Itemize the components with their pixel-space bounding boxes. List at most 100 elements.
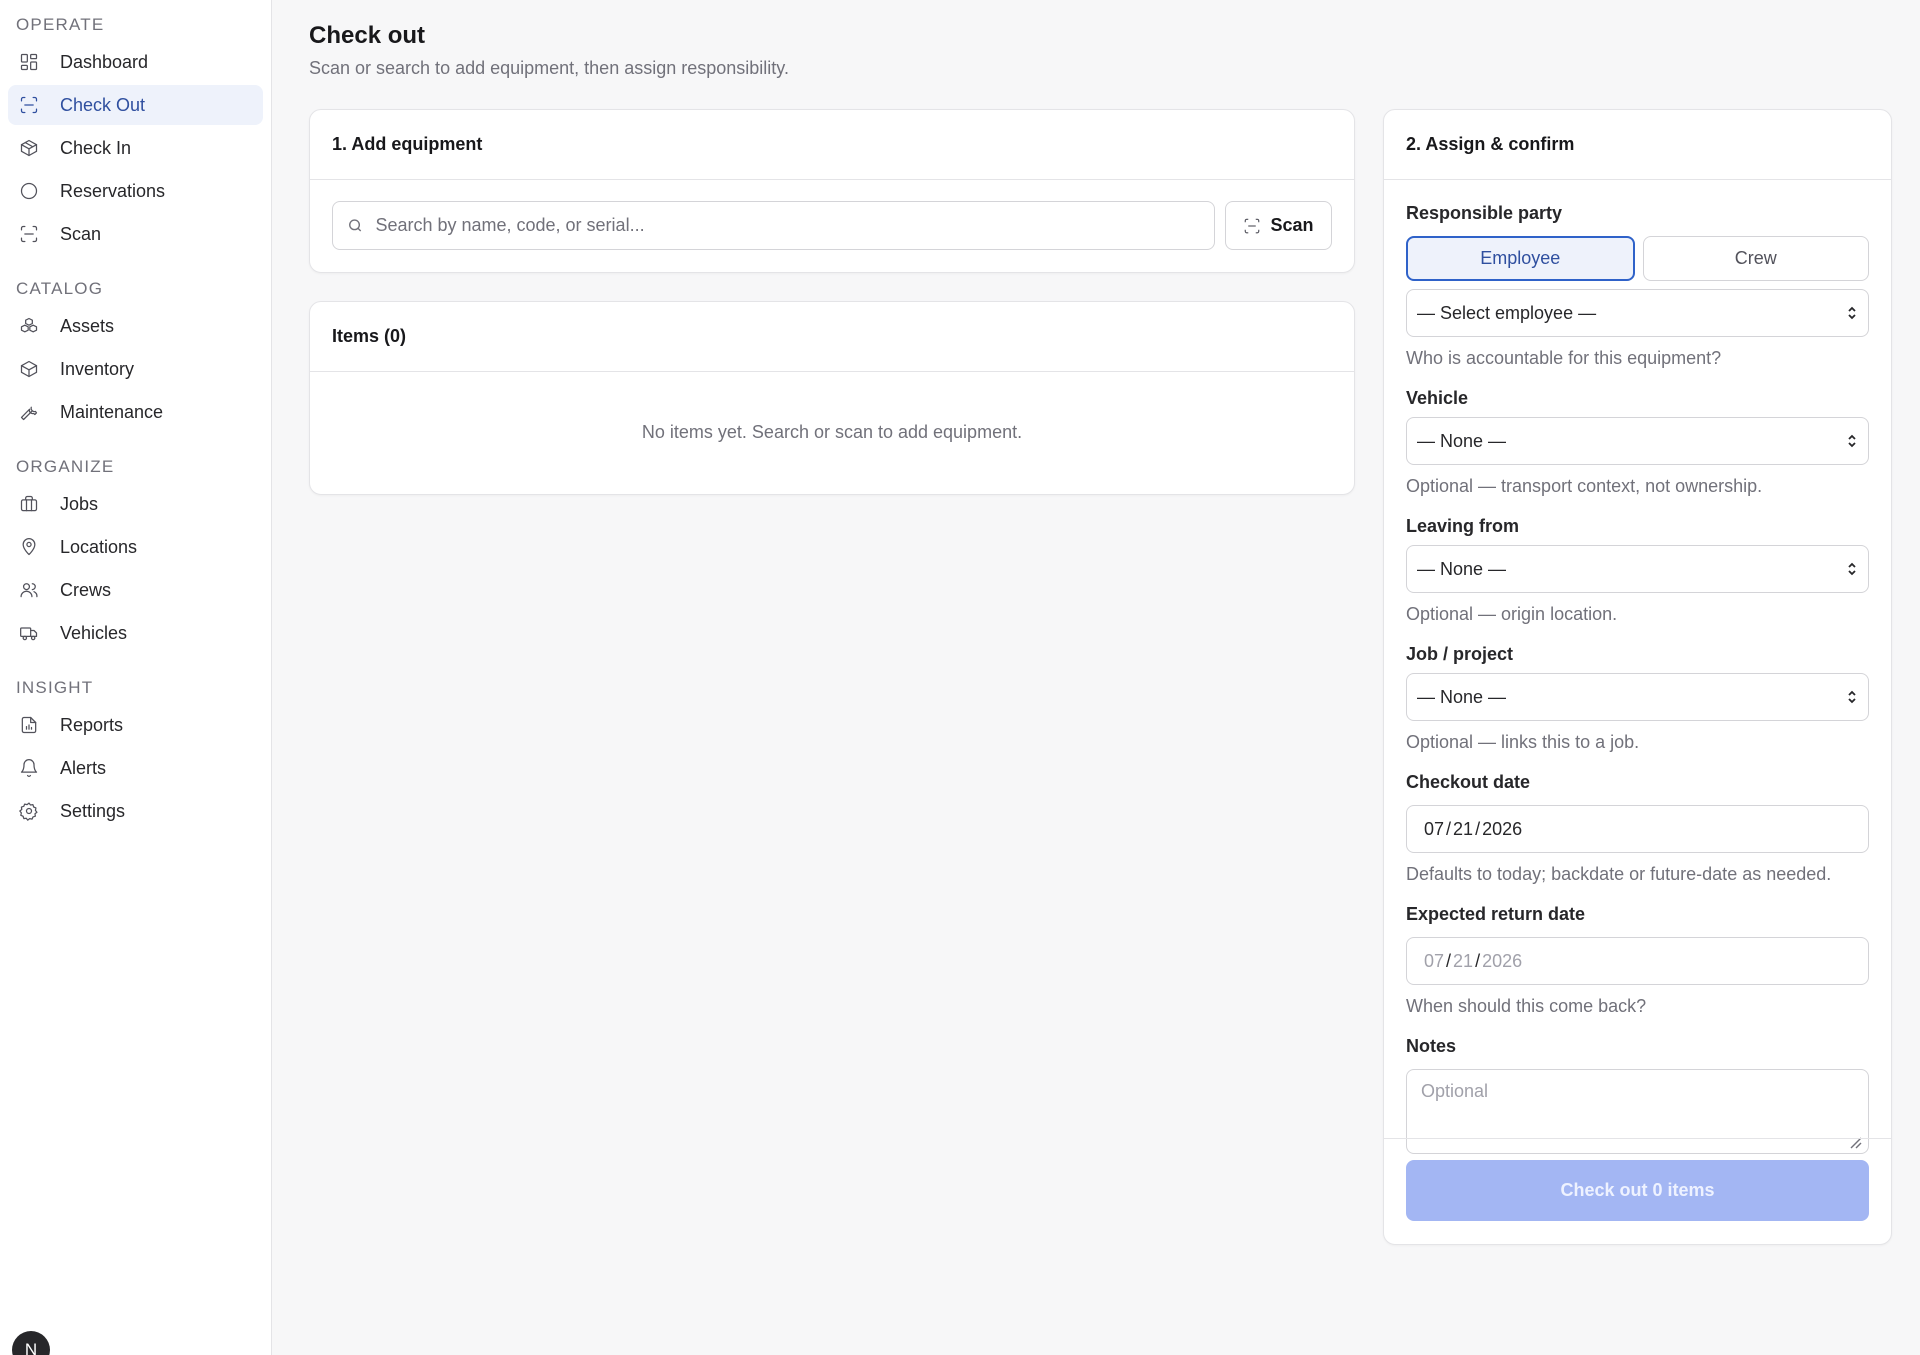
scan-icon — [1245, 218, 1260, 233]
return-date-day: 21 — [1453, 950, 1474, 971]
checkout-date-year: 2026 — [1482, 818, 1523, 839]
wrench-icon — [18, 401, 40, 423]
users-icon — [18, 579, 40, 601]
truck-icon — [18, 622, 40, 644]
date-separator: / — [1446, 818, 1452, 839]
assign-title: 2. Assign & confirm — [1384, 110, 1891, 180]
return-date-help: When should this come back? — [1406, 996, 1647, 1016]
sidebar-item-label: Check Out — [60, 94, 146, 115]
job-project-label: Job / project — [1406, 644, 1514, 664]
sidebar-item-label: Assets — [60, 315, 115, 336]
employee-help: Who is accountable for this equipment? — [1406, 348, 1722, 368]
map-pin-icon — [18, 536, 40, 558]
section-title-catalog: CATALOG — [16, 279, 104, 298]
sidebar-item-label: Check In — [60, 137, 132, 158]
sidebar-item-locations[interactable]: Locations — [8, 527, 263, 567]
sidebar-item-reports[interactable]: Reports — [8, 705, 263, 745]
file-chart-icon — [18, 714, 40, 736]
items-card: Items (0) No items yet. Search or scan t… — [309, 301, 1355, 495]
add-equipment-title: 1. Add equipment — [310, 110, 1354, 180]
items-empty-message: No items yet. Search or scan to add equi… — [641, 422, 1023, 442]
sidebar-item-label: Settings — [60, 800, 126, 821]
sidebar-item-maintenance[interactable]: Maintenance — [8, 392, 263, 432]
chevron-updown-icon — [1848, 690, 1856, 704]
sidebar-item-label: Reservations — [60, 180, 166, 201]
package-icon — [18, 358, 40, 380]
return-date-input[interactable]: 07/21/2026 — [1406, 937, 1869, 985]
scan-icon — [18, 223, 40, 245]
sidebar-item-check-out[interactable]: Check Out — [8, 85, 263, 125]
sidebar-item-label: Dashboard — [60, 51, 149, 72]
sidebar-item-label: Maintenance — [60, 401, 164, 422]
package-icon — [18, 137, 40, 159]
page-title: Check out — [309, 22, 426, 49]
return-date-year: 2026 — [1482, 950, 1523, 971]
sidebar-item-scan[interactable]: Scan — [8, 214, 263, 254]
search-row: Scan — [310, 180, 1354, 271]
vehicle-select-value: — None — — [1417, 430, 1507, 451]
responsible-party-toggle: Employee Crew — [1406, 236, 1869, 281]
sidebar-item-inventory[interactable]: Inventory — [8, 349, 263, 389]
sidebar-item-alerts[interactable]: Alerts — [8, 748, 263, 788]
sidebar-item-label: Inventory — [60, 358, 135, 379]
sidebar-item-label: Vehicles — [60, 622, 128, 643]
leaving-from-help: Optional — origin location. — [1406, 604, 1618, 624]
bell-icon — [18, 757, 40, 779]
section-title-operate: OPERATE — [16, 15, 105, 34]
add-equipment-card: 1. Add equipment Scan — [309, 109, 1355, 273]
employee-select[interactable]: — Select employee — — [1406, 289, 1869, 337]
sidebar-item-check-in[interactable]: Check In — [8, 128, 263, 168]
sidebar-item-label: Alerts — [60, 757, 107, 778]
sidebar-item-assets[interactable]: Assets — [8, 306, 263, 346]
search-box[interactable] — [332, 201, 1215, 250]
vehicle-help: Optional — transport context, not owners… — [1406, 476, 1763, 496]
sidebar-item-dashboard[interactable]: Dashboard — [8, 42, 263, 82]
scan-button[interactable]: Scan — [1225, 201, 1332, 250]
search-icon — [349, 219, 362, 232]
return-date-month: 07 — [1424, 950, 1445, 971]
chevron-updown-icon — [1848, 306, 1856, 320]
assign-footer: Check out 0 items — [1384, 1138, 1891, 1242]
circle-icon — [18, 180, 40, 202]
boxes-icon — [18, 315, 40, 337]
toggle-employee[interactable]: Employee — [1406, 236, 1635, 281]
leaving-from-select[interactable]: — None — — [1406, 545, 1869, 593]
sidebar-item-reservations[interactable]: Reservations — [8, 171, 263, 211]
checkout-date-day: 21 — [1453, 818, 1474, 839]
chevron-updown-icon — [1848, 562, 1856, 576]
search-input[interactable] — [375, 215, 1200, 236]
checkout-date-input[interactable]: 07/21/2026 — [1406, 805, 1869, 853]
date-separator: / — [1475, 818, 1481, 839]
sidebar: OPERATE Dashboard Check Out Check In Res… — [0, 0, 272, 1355]
sidebar-item-label: Crews — [60, 579, 112, 600]
checkout-date-label: Checkout date — [1406, 772, 1531, 792]
sidebar-item-settings[interactable]: Settings — [8, 791, 263, 831]
scan-frame-icon — [18, 94, 40, 116]
chevron-updown-icon — [1848, 434, 1856, 448]
leaving-from-label: Leaving from — [1406, 516, 1520, 536]
sidebar-item-label: Jobs — [60, 493, 99, 514]
sidebar-item-label: Reports — [60, 714, 124, 735]
date-separator: / — [1475, 950, 1481, 971]
toggle-crew[interactable]: Crew — [1642, 236, 1869, 281]
job-project-select[interactable]: — None — — [1406, 673, 1869, 721]
sidebar-item-crews[interactable]: Crews — [8, 570, 263, 610]
sidebar-item-label: Scan — [60, 223, 102, 244]
notes-placeholder: Optional — [1421, 1081, 1489, 1101]
section-title-organize: ORGANIZE — [16, 457, 115, 476]
sidebar-item-label: Locations — [60, 536, 138, 557]
briefcase-icon — [18, 493, 40, 515]
date-separator: / — [1446, 950, 1452, 971]
sidebar-item-vehicles[interactable]: Vehicles — [8, 613, 263, 653]
avatar[interactable]: N — [12, 1331, 50, 1355]
job-project-select-value: — None — — [1417, 686, 1507, 707]
section-title-insight: INSIGHT — [16, 678, 94, 697]
job-project-help: Optional — links this to a job. — [1406, 732, 1640, 752]
scan-button-label: Scan — [1270, 215, 1314, 235]
check-out-submit-button[interactable]: Check out 0 items — [1406, 1160, 1869, 1221]
notes-label: Notes — [1406, 1036, 1457, 1056]
vehicle-label: Vehicle — [1406, 388, 1469, 408]
vehicle-select[interactable]: — None — — [1406, 417, 1869, 465]
items-title: Items (0) — [310, 302, 1354, 372]
sidebar-item-jobs[interactable]: Jobs — [8, 484, 263, 524]
